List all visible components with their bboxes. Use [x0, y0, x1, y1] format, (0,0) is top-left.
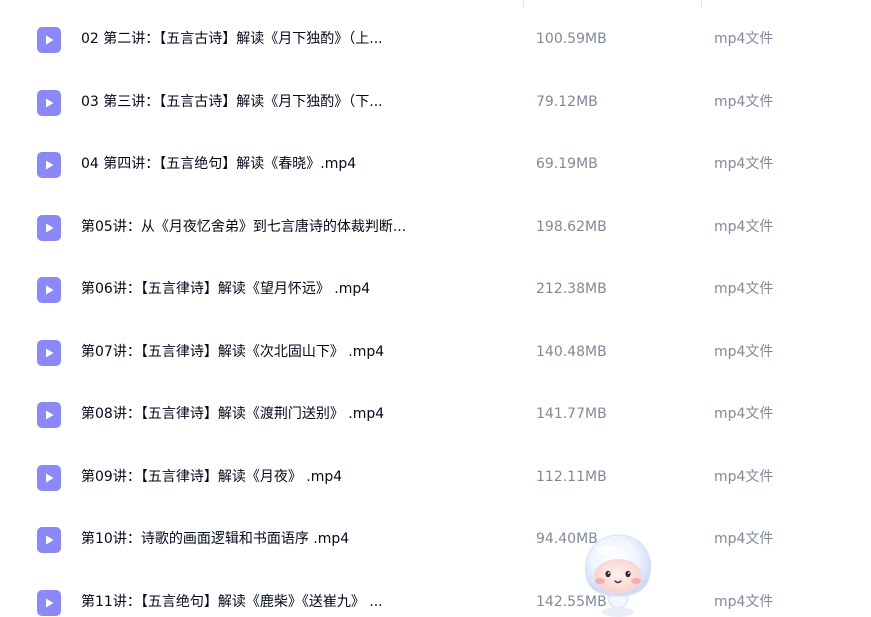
- file-type: mp4文件: [714, 593, 774, 610]
- video-file-icon: [37, 589, 61, 616]
- file-row[interactable]: 第06讲：【五言律诗】解读《望月怀远》 .mp4 212.38MB mp4文件: [0, 258, 871, 321]
- file-row[interactable]: 03 第三讲：【五言古诗】解读《月下独酌》（下... 79.12MB mp4文件: [0, 71, 871, 134]
- play-icon: [46, 410, 54, 420]
- file-type: mp4文件: [714, 406, 774, 422]
- file-row[interactable]: 第05讲：从《月夜忆舍弟》到七言唐诗的体裁判断... 198.62MB mp4文…: [0, 196, 871, 259]
- play-icon: [46, 223, 54, 232]
- file-name[interactable]: 第08讲：【五言律诗】解读《渡荆门送别》 .mp4: [81, 403, 501, 425]
- file-list: 02 第二讲：【五言古诗】解读《月下独酌》（上... 100.59MB mp4文…: [0, 0, 871, 617]
- file-row[interactable]: 04 第四讲：【五言绝句】解读《春晓》.mp4 69.19MB mp4文件: [0, 133, 871, 196]
- file-type: mp4文件: [714, 531, 774, 547]
- file-size: 212.38MB: [536, 281, 607, 297]
- play-icon: [46, 285, 54, 295]
- file-name[interactable]: 第06讲：【五言律诗】解读《望月怀远》 .mp4: [81, 278, 501, 300]
- video-file-icon: [37, 402, 61, 428]
- file-name[interactable]: 第10讲：诗歌的画面逻辑和书面语序 .mp4: [81, 528, 501, 550]
- file-name[interactable]: 02 第二讲：【五言古诗】解读《月下独酌》（上...: [81, 28, 501, 50]
- file-size: 141.77MB: [536, 406, 607, 422]
- file-name[interactable]: 第11讲：【五言绝句】解读《鹿柴》《送崔九》 ...: [81, 591, 501, 613]
- play-icon: [46, 98, 54, 107]
- assistant-mascot-icon[interactable]: [578, 530, 658, 617]
- file-row[interactable]: 第07讲：【五言律诗】解读《次北固山下》 .mp4 140.48MB mp4文件: [0, 321, 871, 384]
- video-file-icon: [37, 527, 61, 553]
- file-type: mp4文件: [714, 156, 774, 172]
- file-type: mp4文件: [714, 343, 774, 360]
- column-header-divider: [0, 0, 871, 8]
- video-file-icon: [37, 464, 61, 491]
- file-name[interactable]: 03 第三讲：【五言古诗】解读《月下独酌》（下...: [81, 91, 501, 113]
- file-type: mp4文件: [714, 281, 774, 297]
- file-size: 140.48MB: [536, 343, 607, 360]
- play-icon: [46, 598, 54, 607]
- file-row[interactable]: 第08讲：【五言律诗】解读《渡荆门送别》 .mp4 141.77MB mp4文件: [0, 383, 871, 446]
- file-name[interactable]: 04 第四讲：【五言绝句】解读《春晓》.mp4: [81, 153, 501, 175]
- video-file-icon: [37, 27, 61, 53]
- file-type: mp4文件: [714, 218, 774, 235]
- play-icon: [46, 535, 54, 545]
- video-file-icon: [37, 152, 61, 178]
- file-name[interactable]: 第09讲：【五言律诗】解读《月夜》 .mp4: [81, 466, 501, 488]
- column-divider: [523, 0, 524, 8]
- video-file-icon: [37, 339, 61, 366]
- file-row[interactable]: 第10讲：诗歌的画面逻辑和书面语序 .mp4 94.40MB mp4文件: [0, 508, 871, 571]
- file-size: 79.12MB: [536, 93, 598, 110]
- file-name[interactable]: 第07讲：【五言律诗】解读《次北固山下》 .mp4: [81, 341, 501, 363]
- video-file-icon: [37, 89, 61, 116]
- file-size: 69.19MB: [536, 156, 598, 172]
- file-name[interactable]: 第05讲：从《月夜忆舍弟》到七言唐诗的体裁判断...: [81, 216, 501, 238]
- file-row[interactable]: 第09讲：【五言律诗】解读《月夜》 .mp4 112.11MB mp4文件: [0, 446, 871, 509]
- file-type: mp4文件: [714, 468, 774, 485]
- file-row[interactable]: 02 第二讲：【五言古诗】解读《月下独酌》（上... 100.59MB mp4文…: [0, 8, 871, 71]
- file-row[interactable]: 第11讲：【五言绝句】解读《鹿柴》《送崔九》 ... 142.55MB mp4文…: [0, 571, 871, 617]
- file-size: 100.59MB: [536, 31, 607, 47]
- play-icon: [46, 348, 54, 357]
- file-type: mp4文件: [714, 31, 774, 47]
- play-icon: [46, 473, 54, 482]
- file-size: 112.11MB: [536, 468, 607, 485]
- play-icon: [46, 35, 54, 45]
- video-file-icon: [37, 214, 61, 241]
- file-type: mp4文件: [714, 93, 774, 110]
- column-divider: [701, 0, 702, 8]
- play-icon: [46, 160, 54, 170]
- video-file-icon: [37, 277, 61, 303]
- file-size: 198.62MB: [536, 218, 607, 235]
- file-rows: 02 第二讲：【五言古诗】解读《月下独酌》（上... 100.59MB mp4文…: [0, 8, 871, 617]
